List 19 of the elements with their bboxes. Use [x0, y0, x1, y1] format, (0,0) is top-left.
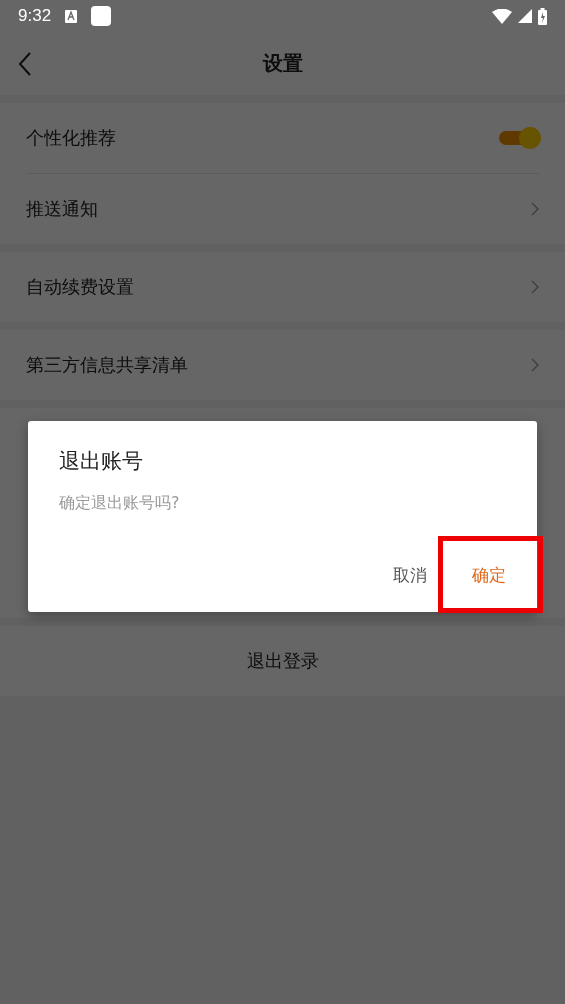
chevron-right-icon	[531, 202, 539, 216]
chevron-right-icon	[531, 280, 539, 294]
notification-square-icon	[91, 6, 112, 26]
wifi-icon	[492, 8, 512, 24]
dialog-title: 退出账号	[58, 448, 144, 475]
page-title: 设置	[262, 50, 303, 77]
logout-button[interactable]: 退出登录	[0, 626, 565, 696]
signal-icon	[518, 9, 532, 23]
setting-label[interactable]: 自动续费设置	[26, 275, 134, 299]
keyboard-a-icon	[65, 9, 78, 23]
setting-label[interactable]: 个性化推荐	[26, 126, 116, 150]
back-icon[interactable]	[18, 52, 32, 76]
setting-label[interactable]: 第三方信息共享清单	[26, 353, 188, 377]
setting-label[interactable]: 推送通知	[26, 197, 98, 221]
cancel-button[interactable]: 取消	[379, 538, 441, 612]
status-time: 9:32	[18, 6, 52, 26]
chevron-right-icon	[531, 358, 539, 372]
battery-icon	[538, 7, 547, 25]
dialog-message: 确定退出账号吗?	[58, 493, 181, 514]
